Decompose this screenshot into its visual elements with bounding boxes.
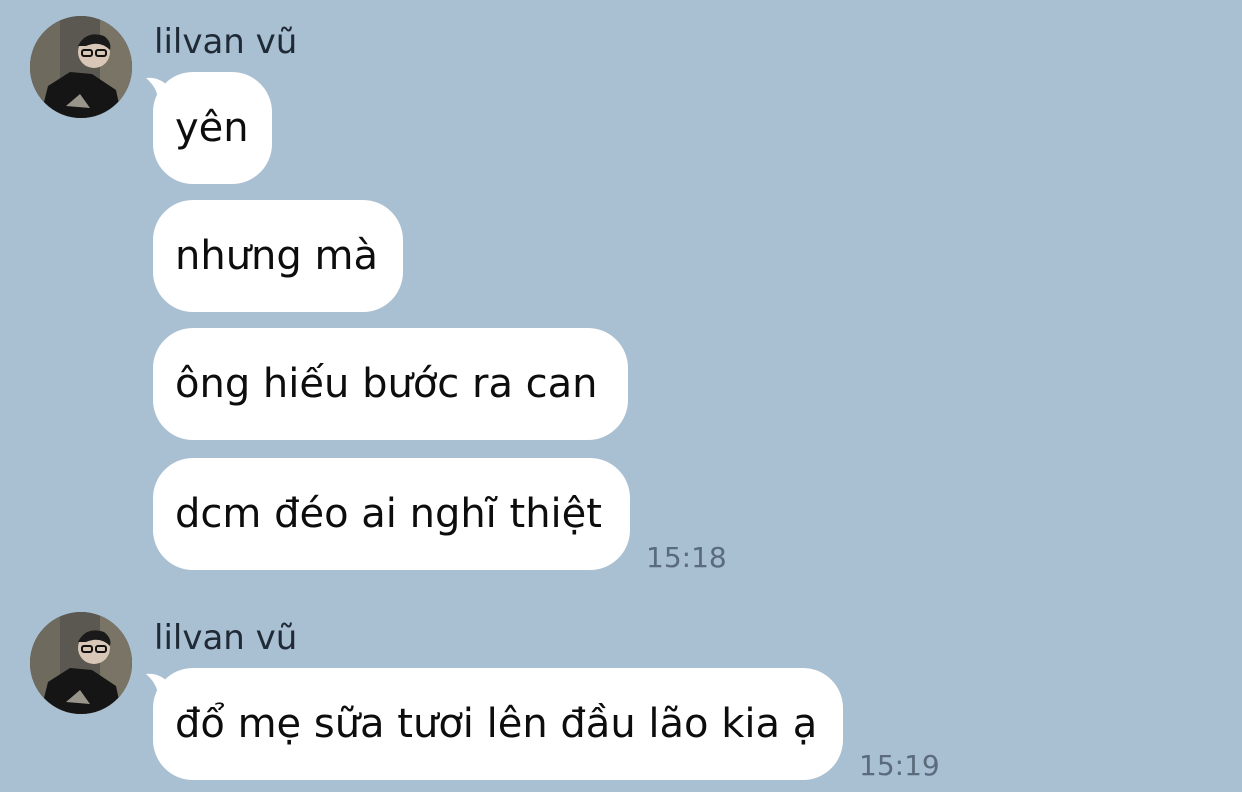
- chat-view: lilvan vũ yên nhưng mà ông hiếu bước ra …: [0, 0, 1242, 792]
- message-bubble[interactable]: đổ mẹ sữa tươi lên đầu lão kia ạ: [153, 668, 843, 780]
- message-bubble[interactable]: yên: [153, 72, 272, 184]
- user-avatar-icon: [30, 16, 132, 118]
- message-bubble[interactable]: nhưng mà: [153, 200, 403, 312]
- avatar[interactable]: [30, 16, 132, 118]
- sender-name: lilvan vũ: [154, 22, 298, 62]
- message-timestamp: 15:19: [859, 749, 940, 782]
- user-avatar-icon: [30, 612, 132, 714]
- avatar[interactable]: [30, 612, 132, 714]
- message-bubble[interactable]: dcm đéo ai nghĩ thiệt: [153, 458, 630, 570]
- message-timestamp: 15:18: [646, 541, 727, 574]
- message-bubble[interactable]: ông hiếu bước ra can: [153, 328, 628, 440]
- sender-name: lilvan vũ: [154, 618, 298, 658]
